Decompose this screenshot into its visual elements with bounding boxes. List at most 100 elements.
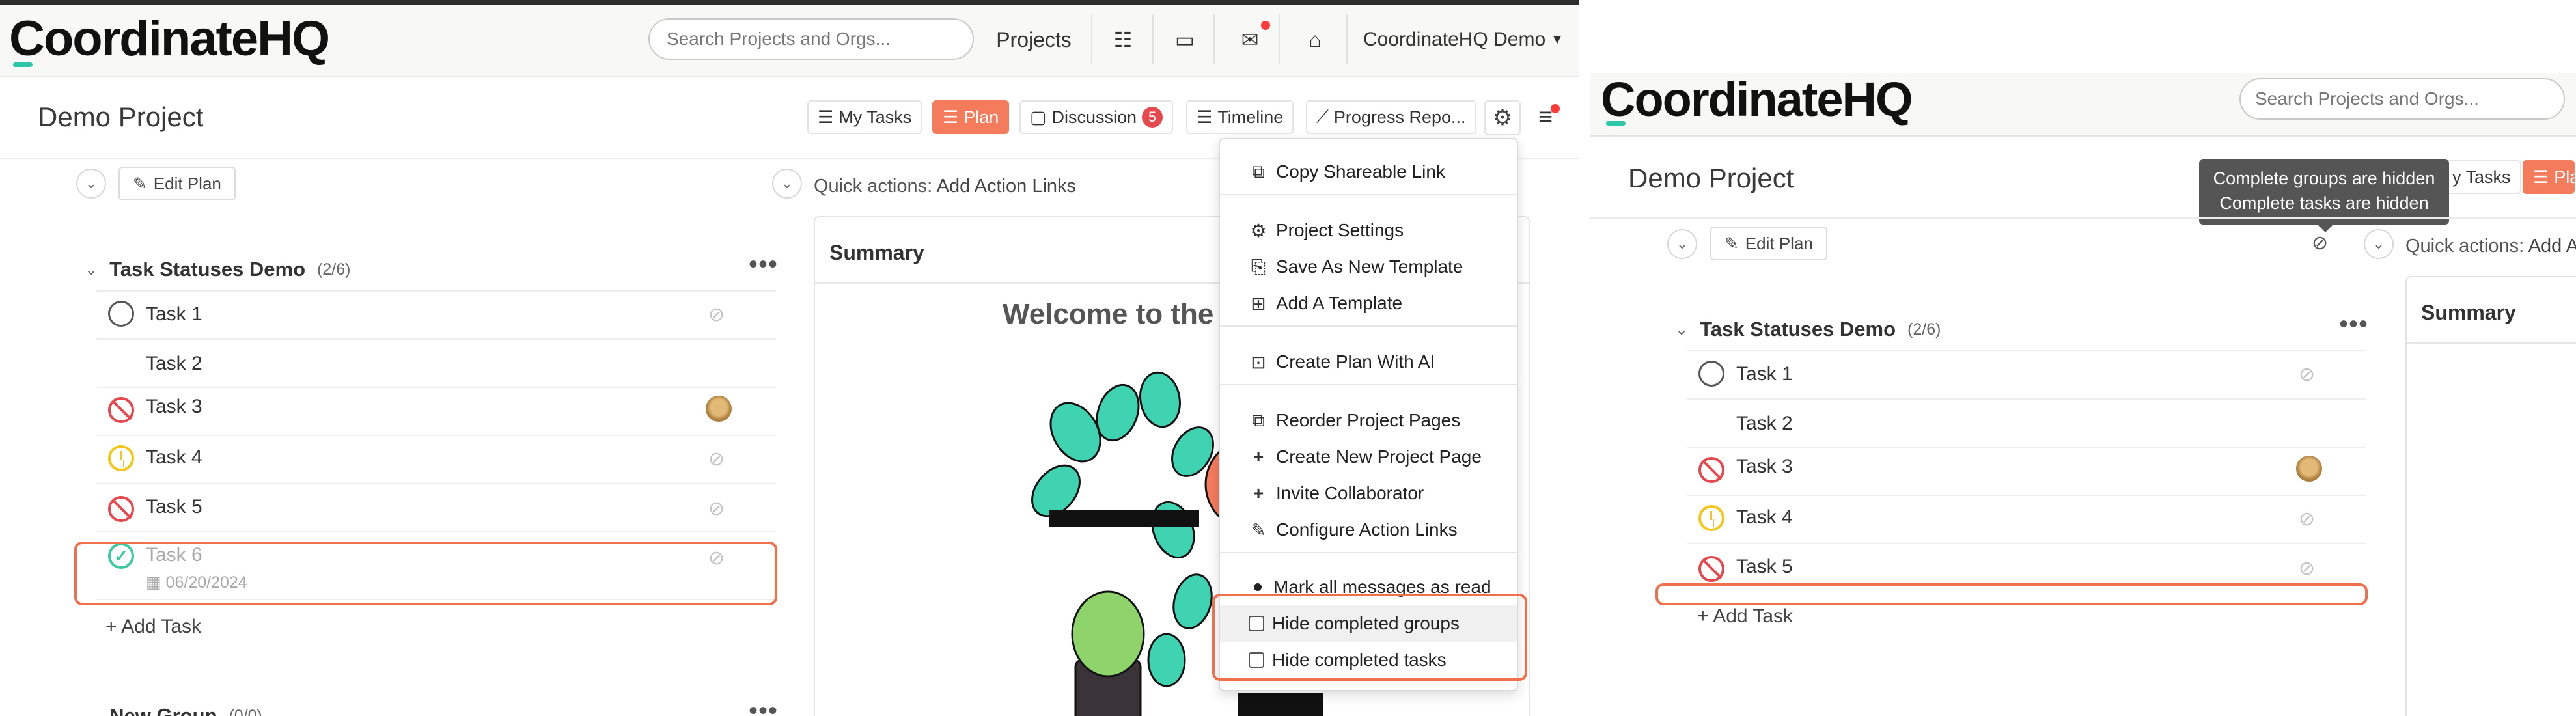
task-row[interactable]: Task 2: [1687, 400, 2366, 448]
summary-divider: [2407, 342, 2576, 344]
task-row[interactable]: Task 4 ⊘: [96, 436, 776, 484]
task-row[interactable]: Task 2: [96, 340, 776, 388]
tab-plan[interactable]: ☰ Plan: [2523, 160, 2576, 194]
eye-slash-icon[interactable]: ⊘: [708, 497, 725, 520]
task-name[interactable]: Task 4: [146, 447, 202, 469]
assignee-avatar[interactable]: [704, 394, 733, 423]
status-blocked-icon[interactable]: [1698, 556, 1724, 582]
search-input[interactable]: Search Projects and Orgs...: [2239, 78, 2565, 120]
task-group-header[interactable]: ⌄ Task Statuses Demo (2/6): [1675, 318, 1941, 341]
add-action-links-link[interactable]: Add Action Links: [937, 176, 1076, 197]
status-blocked-icon[interactable]: [1698, 457, 1724, 483]
tab-my-tasks[interactable]: ☰ My Tasks: [807, 100, 922, 134]
task-name[interactable]: Task 5: [1736, 556, 1793, 578]
task-name[interactable]: Task 1: [146, 303, 202, 325]
menu-item-project-settings[interactable]: ⚙ Project Settings: [1220, 212, 1517, 249]
task-row[interactable]: Task 1 ⊘: [96, 292, 776, 340]
status-open-icon[interactable]: [1698, 361, 1724, 387]
assignee-avatar[interactable]: [2295, 454, 2323, 483]
menu-item-save-as-new-template[interactable]: ⎘ Save As New Template: [1220, 249, 1517, 285]
chevron-down-icon[interactable]: ⌄: [1675, 320, 1688, 339]
group-more-options[interactable]: •••: [749, 696, 778, 716]
menu-item-create-new-project-page[interactable]: + Create New Project Page: [1220, 439, 1517, 475]
group-name: New Group: [109, 704, 217, 716]
task-row[interactable]: Task 3: [1687, 448, 2366, 496]
task-name[interactable]: Task 2: [1736, 413, 1793, 435]
group-name: Task Statuses Demo: [109, 258, 306, 281]
edit-plan-button[interactable]: ✎ Edit Plan: [118, 167, 236, 200]
tab-timeline[interactable]: ☰ Timeline: [1186, 100, 1294, 134]
list-icon: ☰: [2533, 167, 2549, 187]
task-name[interactable]: Task 4: [1736, 506, 1793, 529]
inbox-icon[interactable]: ✉: [1234, 23, 1266, 56]
chevron-down-icon: ⌄: [2372, 236, 2385, 252]
eye-slash-icon[interactable]: ⊘: [2299, 508, 2315, 530]
collapse-sidebar-button[interactable]: ⌄: [772, 169, 802, 199]
plus-icon: +: [1253, 447, 1264, 467]
task-row[interactable]: Task 5 ⊘: [96, 484, 776, 532]
screenshot-after: CoordinateHQ Search Projects and Orgs...…: [1590, 0, 2576, 716]
eye-slash-icon[interactable]: ⊘: [2312, 232, 2328, 255]
bullet-icon: [1254, 583, 1262, 591]
group-count: (2/6): [1907, 320, 1941, 338]
eye-slash-icon[interactable]: ⊘: [2299, 557, 2315, 580]
eye-slash-icon[interactable]: ⊘: [708, 303, 725, 326]
task-row[interactable]: Task 3: [96, 388, 776, 436]
tab-progress-reports[interactable]: ⟋ Progress Repo...: [1306, 100, 1476, 134]
project-settings-button[interactable]: ⚙: [1484, 100, 1521, 135]
status-blocked-icon[interactable]: [108, 397, 134, 423]
task-group-header[interactable]: ⌄ Task Statuses Demo (2/6): [85, 258, 350, 281]
search-input[interactable]: Search Projects and Orgs...: [648, 18, 974, 60]
collapse-groups-button[interactable]: ⌄: [76, 169, 106, 199]
tab-discussion[interactable]: ▢ Discussion 5: [1019, 100, 1174, 134]
chevron-down-icon[interactable]: ⌄: [85, 260, 98, 279]
task-list-icon[interactable]: ☷: [1107, 23, 1139, 56]
menu-item-add-a-template[interactable]: ⊞ Add A Template: [1220, 285, 1517, 322]
task-row[interactable]: Task 1 ⊘: [1687, 351, 2366, 400]
task-row[interactable]: Task 4 ⊘: [1687, 496, 2366, 544]
logo[interactable]: CoordinateHQ: [1601, 72, 1913, 127]
collapse-sidebar-button[interactable]: ⌄: [2364, 229, 2394, 259]
task-name[interactable]: Task 3: [1736, 456, 1793, 478]
group-more-options[interactable]: •••: [749, 250, 778, 279]
task-name[interactable]: Task 1: [1736, 363, 1793, 385]
status-blocked-icon[interactable]: [108, 496, 134, 522]
eye-slash-icon[interactable]: ⊘: [708, 448, 725, 471]
chevron-down-icon[interactable]: ⌄: [85, 707, 98, 716]
add-task-button[interactable]: + Add Task: [1697, 605, 1793, 627]
menu-divider: [1220, 194, 1517, 195]
tab-label: y Tasks: [2452, 167, 2511, 187]
group-more-options[interactable]: •••: [2339, 310, 2368, 339]
add-action-links-link[interactable]: Add A: [2528, 236, 2576, 256]
add-task-button[interactable]: + Add Task: [105, 616, 201, 638]
logo[interactable]: CoordinateHQ: [9, 10, 330, 67]
edit-plan-button[interactable]: ✎ Edit Plan: [1710, 227, 1827, 260]
status-in-progress-icon[interactable]: [1698, 505, 1724, 531]
task-group-header[interactable]: ⌄ New Group (0/0): [85, 704, 262, 716]
projects-nav-link[interactable]: Projects: [988, 21, 1079, 59]
tab-plan[interactable]: ☰ Plan: [932, 100, 1010, 134]
tab-my-tasks[interactable]: y Tasks: [2443, 160, 2521, 194]
eye-slash-icon[interactable]: ⊘: [2299, 363, 2315, 386]
menu-item-copy-shareable-link[interactable]: ⧉ Copy Shareable Link: [1220, 154, 1517, 190]
task-name[interactable]: Task 3: [146, 396, 202, 418]
quick-actions-label: Quick actions:: [2405, 236, 2525, 256]
timeline-icon: ☰: [1197, 107, 1213, 127]
status-open-icon[interactable]: [108, 301, 134, 327]
home-icon[interactable]: ⌂: [1299, 23, 1331, 56]
status-in-progress-icon[interactable]: [108, 445, 134, 471]
calendar-icon[interactable]: ▭: [1169, 23, 1201, 56]
quick-actions-label: Quick actions:: [814, 176, 933, 197]
menu-item-reorder-project-pages[interactable]: ⧉ Reorder Project Pages: [1220, 402, 1517, 439]
org-switcher[interactable]: CoordinateHQ Demo ▼: [1363, 22, 1564, 57]
nav-divider: [1213, 14, 1215, 64]
collapse-groups-button[interactable]: ⌄: [1667, 229, 1697, 259]
menu-item-create-plan-with-ai[interactable]: ⊡ Create Plan With AI: [1220, 344, 1517, 380]
menu-item-invite-collaborator[interactable]: + Invite Collaborator: [1220, 475, 1517, 512]
task-name[interactable]: Task 2: [146, 353, 202, 375]
menu-item-label: Invite Collaborator: [1276, 483, 1424, 503]
nav-divider: [1091, 14, 1092, 64]
menu-item-configure-action-links[interactable]: ✎ Configure Action Links: [1220, 512, 1517, 548]
task-name[interactable]: Task 5: [146, 496, 202, 518]
notification-dot: [1261, 21, 1270, 30]
